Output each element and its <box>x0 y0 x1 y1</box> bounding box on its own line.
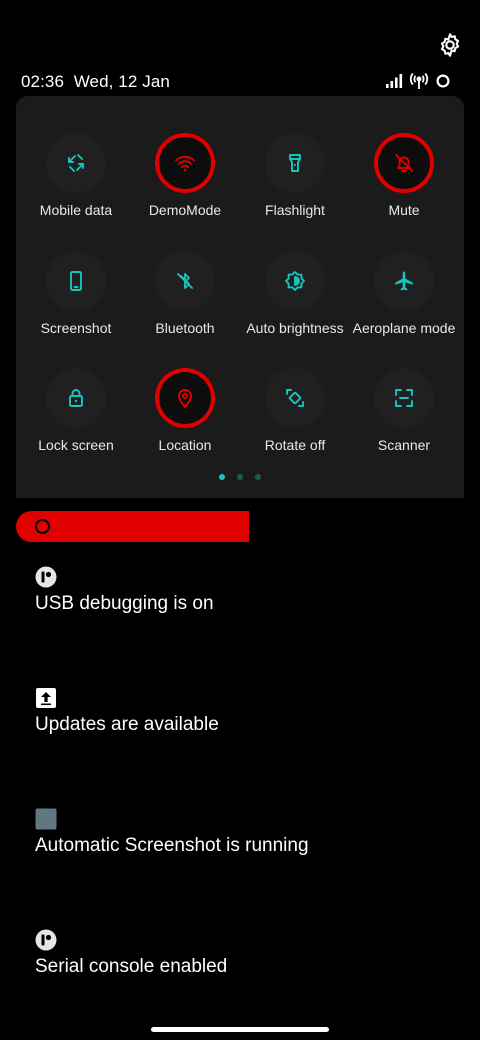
notification-title: Serial console enabled <box>35 956 228 977</box>
qs-tile-aeroplane-mode[interactable]: Aeroplane mode <box>349 226 459 336</box>
qs-tile-label: Mute <box>388 202 420 218</box>
qs-tile-flashlight[interactable]: Flashlight <box>240 108 350 218</box>
qs-tile-button[interactable] <box>265 133 325 193</box>
qs-tile-button[interactable] <box>265 251 325 311</box>
qs-tile-location[interactable]: Location <box>130 343 240 453</box>
rotate-icon <box>286 389 304 407</box>
qs-tile-button[interactable] <box>46 368 106 428</box>
airplane-icon <box>395 271 413 291</box>
notification-title: Updates are available <box>35 714 219 735</box>
qs-tile-button[interactable] <box>155 251 215 311</box>
quick-settings-panel: Mobile data DemoMode Flashlight Mute Screens… <box>16 96 464 498</box>
record-ring-icon <box>35 519 50 534</box>
scanner-icon <box>395 389 413 407</box>
qs-tile-mobile-data[interactable]: Mobile data <box>21 108 131 218</box>
recording-indicator-bar[interactable] <box>16 511 249 542</box>
qs-tile-label: Scanner <box>377 437 431 453</box>
qs-tile-button[interactable] <box>374 251 434 311</box>
system-icons <box>385 72 451 90</box>
location-pin-icon <box>178 389 192 408</box>
settings-gear-icon[interactable] <box>436 31 464 59</box>
app-square-icon <box>35 808 57 830</box>
qs-tile-button[interactable] <box>46 133 106 193</box>
qs-tile-button[interactable] <box>374 133 434 193</box>
page-dot[interactable] <box>219 474 225 480</box>
qs-tile-mute[interactable]: Mute <box>349 108 459 218</box>
qs-tile-demomode[interactable]: DemoMode <box>130 108 240 218</box>
qs-tile-auto-brightness[interactable]: Auto brightness <box>240 226 350 336</box>
qs-tile-button[interactable] <box>155 133 215 193</box>
notification-item[interactable]: Serial console enabled <box>35 929 455 979</box>
qs-tile-rotate-off[interactable]: Rotate off <box>240 343 350 453</box>
time-date: 02:36 Wed, 12 Jan <box>21 72 170 92</box>
android-debug-icon <box>35 566 57 588</box>
status-ring-icon <box>436 74 450 88</box>
signal-icon <box>386 74 403 88</box>
qs-tile-button[interactable] <box>46 251 106 311</box>
qs-tile-button[interactable] <box>374 368 434 428</box>
lock-icon <box>69 389 83 407</box>
qs-tile-bluetooth[interactable]: Bluetooth <box>130 226 240 336</box>
home-gesture-bar[interactable] <box>151 1027 329 1032</box>
wifi-icon <box>175 156 195 172</box>
bell-off-icon <box>395 154 413 172</box>
page-dot[interactable] <box>255 474 261 480</box>
qs-tile-button[interactable] <box>265 368 325 428</box>
qs-tile-label: Aeroplane mode <box>352 320 456 336</box>
brightness-icon <box>285 271 305 291</box>
update-arrow-icon <box>36 688 56 708</box>
mobile-data-icon <box>68 154 84 172</box>
qs-tile-scanner[interactable]: Scanner <box>349 343 459 453</box>
qs-tile-button[interactable] <box>155 368 215 428</box>
android-debug-icon <box>35 929 57 951</box>
phone-icon <box>70 271 82 291</box>
notification-item[interactable]: USB debugging is on <box>35 566 455 616</box>
qs-tile-screenshot[interactable]: Screenshot <box>21 226 131 336</box>
notification-item[interactable]: Automatic Screenshot is running <box>35 808 455 858</box>
qs-tile-lock-screen[interactable]: Lock screen <box>21 343 131 453</box>
clock-time: 02:36 <box>21 72 65 91</box>
page-indicator[interactable] <box>219 474 261 480</box>
notification-item[interactable]: Updates are available <box>35 687 455 737</box>
flashlight-icon <box>289 154 301 172</box>
notification-title: USB debugging is on <box>35 593 214 614</box>
status-bar: 02:36 Wed, 12 Jan <box>21 70 451 94</box>
clock-date: Wed, 12 Jan <box>73 72 170 91</box>
hotspot-icon <box>409 72 429 89</box>
bluetooth-off-icon <box>177 273 193 289</box>
page-dot[interactable] <box>237 474 243 480</box>
notification-title: Automatic Screenshot is running <box>35 835 309 856</box>
